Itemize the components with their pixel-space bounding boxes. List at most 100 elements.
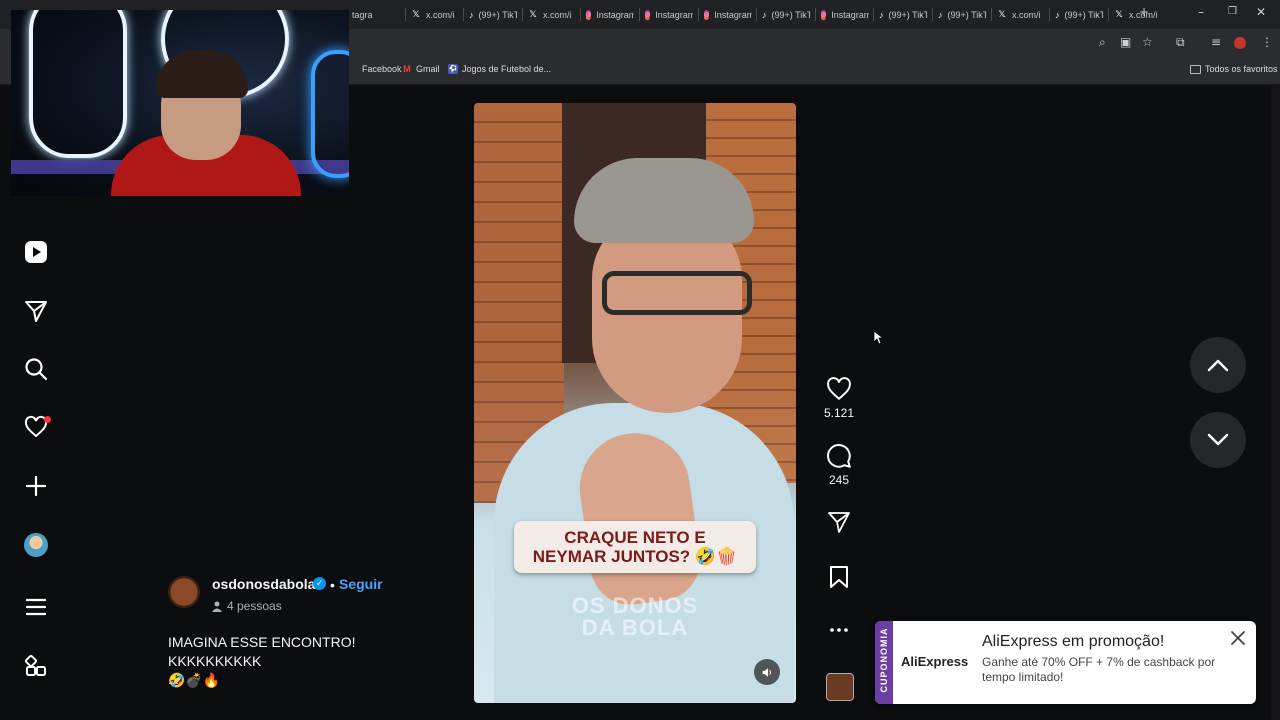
browser-tab[interactable]: ♪ (99+) TikTok — [879, 4, 927, 26]
toast-close-button[interactable] — [1227, 627, 1249, 649]
gmail-icon: M — [403, 64, 411, 74]
bookmark-jogos[interactable]: ⚽ Jogos de Futebol de... — [448, 64, 551, 74]
zoom-icon[interactable]: ⌕ — [1099, 35, 1106, 50]
browser-tab[interactable]: 𝕏x.com/i — [411, 4, 459, 26]
restore-icon[interactable]: ❐ — [1228, 6, 1237, 17]
share-icon — [828, 512, 850, 533]
save-button[interactable] — [824, 565, 854, 589]
browser-tab[interactable]: ◎ Instagram — [704, 4, 752, 26]
reel-video[interactable]: CRAQUE NETO E NEYMAR JUNTOS? 🤣🍿 OS DONOS… — [474, 103, 796, 703]
mute-button[interactable] — [754, 659, 780, 685]
tab-separator — [639, 8, 640, 21]
tab-label: Instagram — [831, 10, 869, 20]
comment-button[interactable] — [824, 443, 854, 469]
browser-tab[interactable]: 𝕏x.com/i — [997, 4, 1045, 26]
search-icon[interactable] — [22, 355, 50, 383]
menu-hamburger-icon[interactable] — [22, 593, 50, 621]
x-icon: 𝕏 — [412, 10, 420, 20]
close-icon — [1231, 631, 1245, 645]
bookmark-gmail[interactable]: M Gmail — [402, 64, 439, 74]
tab-separator — [463, 8, 464, 21]
volume-icon — [762, 667, 771, 677]
media-controls-icon[interactable]: ≡ — [1211, 35, 1221, 49]
browser-tab[interactable]: ♪ (99+) TikTok — [938, 4, 986, 26]
like-button[interactable] — [824, 376, 854, 402]
tab-separator — [580, 8, 581, 21]
bookmark-facebook[interactable]: Facebook — [348, 64, 402, 74]
video-caption: CRAQUE NETO E NEYMAR JUNTOS? 🤣🍿 — [514, 521, 756, 573]
browser-tab[interactable]: ♪ (99+) TikTok — [1055, 4, 1103, 26]
new-tab-button[interactable]: + — [1139, 5, 1149, 19]
browser-tab[interactable]: ♪ (99+) TikTok — [469, 4, 517, 26]
page-scrollbar[interactable] — [1271, 84, 1280, 720]
cast-icon[interactable]: ▣ — [1120, 35, 1131, 49]
tab-label: (99+) TikTok — [888, 10, 928, 20]
close-window-icon[interactable]: ✕ — [1256, 5, 1266, 19]
bookmark-star-icon[interactable]: ☆ — [1142, 35, 1153, 49]
instagram-icon: ◎ — [821, 10, 827, 20]
browser-tab[interactable]: ◎ Instagram — [645, 4, 693, 26]
tab-label: (99+) TikTok — [947, 10, 987, 20]
follow-button[interactable]: Seguir — [339, 576, 383, 592]
tab-separator — [1108, 8, 1109, 21]
show-more[interactable]: ... — [168, 672, 179, 687]
browser-tab[interactable]: ◎ Instagram — [821, 4, 869, 26]
browser-tab[interactable]: tagra — [352, 4, 400, 26]
tab-label: x.com/i — [543, 10, 572, 20]
facebook-icon — [348, 64, 358, 74]
tab-label: tagra — [352, 10, 373, 20]
tab-separator — [873, 8, 874, 21]
reels-icon[interactable] — [22, 238, 50, 266]
create-plus-icon[interactable] — [22, 472, 50, 500]
mouse-cursor-icon — [873, 330, 883, 345]
instagram-icon: ◎ — [645, 10, 651, 20]
browser-tab[interactable]: ◎ Instagram — [586, 4, 634, 26]
apps-grid-icon[interactable] — [22, 652, 50, 680]
tab-label: (99+) TikTok — [1064, 10, 1104, 20]
audio-thumbnail[interactable] — [826, 673, 854, 701]
video-watermark: OS DONOS DA BOLA — [571, 593, 699, 640]
separator-dot: • — [330, 577, 335, 593]
comment-count: 245 — [828, 473, 850, 487]
browser-tab[interactable]: ♪ (99+) TikTok — [762, 4, 810, 26]
tab-separator — [522, 8, 523, 21]
tiktok-icon: ♪ — [938, 10, 943, 20]
webcam-overlay — [11, 10, 349, 196]
browser-menu-icon[interactable]: ⋮ — [1261, 35, 1273, 49]
next-reel-button[interactable] — [1190, 412, 1246, 468]
browser-tab[interactable]: 𝕏x.com/i — [1114, 4, 1162, 26]
tab-label: Instagram — [655, 10, 693, 20]
author-username[interactable]: osdonosdabola — [212, 576, 315, 592]
author-avatar[interactable] — [168, 576, 200, 608]
like-count: 5.121 — [823, 406, 855, 420]
profile-avatar[interactable] — [1234, 37, 1246, 49]
bookmark-icon — [830, 566, 848, 588]
extensions-icon[interactable]: ⧉ — [1176, 35, 1185, 50]
more-options-button[interactable] — [824, 620, 854, 640]
folder-icon — [1190, 64, 1201, 74]
more-dots-icon — [830, 628, 848, 632]
browser-tab[interactable]: 𝕏x.com/i — [528, 4, 576, 26]
previous-reel-button[interactable] — [1190, 337, 1246, 393]
chevron-up-icon — [1207, 359, 1229, 372]
share-button[interactable] — [824, 510, 854, 534]
all-bookmarks-folder[interactable]: Todos os favoritos — [1190, 64, 1278, 74]
tab-label: Instagram — [714, 10, 752, 20]
tab-separator — [698, 8, 699, 21]
toast-body: Ganhe até 70% OFF + 7% de cashback por t… — [982, 655, 1216, 684]
profile-avatar-sidebar[interactable] — [24, 533, 48, 557]
x-icon: 𝕏 — [1115, 10, 1123, 20]
comment-icon — [827, 444, 851, 468]
toast-title: AliExpress em promoção! — [982, 633, 1165, 650]
post-description: IMAGINA ESSE ENCONTRO! KKKKKKKKKK 🤣💣🔥 — [168, 634, 356, 688]
promo-notification[interactable]: CUPONOMIA AliExpress AliExpress em promo… — [875, 621, 1256, 704]
minimize-icon[interactable]: – — [1198, 5, 1204, 19]
tab-separator — [991, 8, 992, 21]
collaborators[interactable]: 4 pessoas — [212, 599, 282, 613]
heart-icon — [827, 377, 851, 401]
x-icon: 𝕏 — [998, 10, 1006, 20]
verified-badge-icon: ✓ — [313, 577, 326, 590]
person-icon — [212, 601, 222, 612]
notification-badge — [44, 416, 51, 423]
direct-messages-icon[interactable] — [22, 297, 50, 325]
